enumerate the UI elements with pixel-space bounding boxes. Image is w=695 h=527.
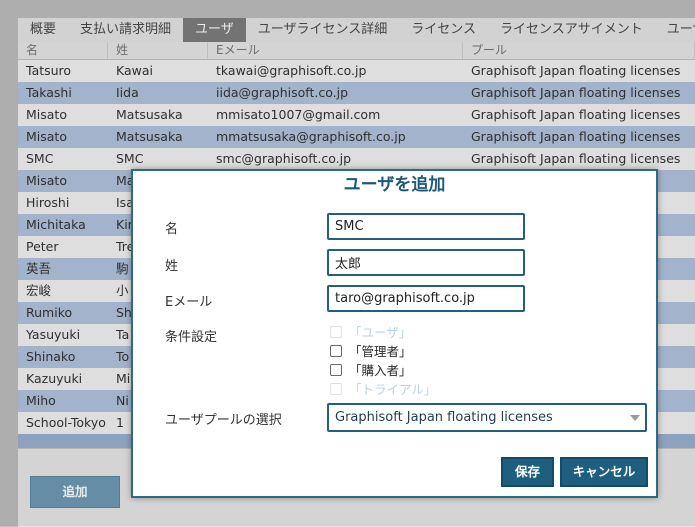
- cancel-button[interactable]: キャンセル: [560, 457, 648, 487]
- role-trial-label: 「トライアル」: [349, 382, 437, 397]
- checkbox-box[interactable]: [330, 382, 342, 395]
- chevron-down-icon[interactable]: [630, 415, 640, 421]
- checkbox-box[interactable]: [330, 363, 342, 376]
- last-name-label: 姓: [165, 259, 179, 274]
- save-button[interactable]: 保存: [501, 457, 554, 487]
- first-name-field[interactable]: [327, 213, 525, 240]
- user-pool-select[interactable]: Graphisoft Japan floating licenses: [327, 403, 647, 432]
- role-admin-label: 「管理者」: [349, 344, 412, 359]
- role-user-checkbox[interactable]: 「ユーザ」: [330, 322, 411, 341]
- pool-label: ユーザプールの選択: [165, 413, 282, 428]
- checkbox-box[interactable]: [330, 344, 342, 357]
- conditions-label: 条件設定: [165, 330, 218, 345]
- user-pool-selected-value: Graphisoft Japan floating licenses: [335, 410, 553, 425]
- role-trial-checkbox[interactable]: 「トライアル」: [330, 379, 436, 398]
- role-user-label: 「ユーザ」: [349, 325, 412, 340]
- add-user-dialog: ユーザを追加 名 姓 Eメール 条件設定 「ユーザ」 「管理者」 「購入者」 「…: [131, 169, 658, 498]
- role-purchaser-label: 「購入者」: [349, 363, 412, 378]
- last-name-field[interactable]: [327, 249, 525, 276]
- role-admin-checkbox[interactable]: 「管理者」: [330, 341, 412, 360]
- checkbox-box[interactable]: [330, 325, 342, 338]
- email-field[interactable]: [327, 285, 525, 312]
- email-label: Eメール: [165, 295, 213, 310]
- first-name-label: 名: [165, 222, 179, 237]
- role-purchaser-checkbox[interactable]: 「購入者」: [330, 360, 412, 379]
- dialog-title: ユーザを追加: [343, 175, 446, 195]
